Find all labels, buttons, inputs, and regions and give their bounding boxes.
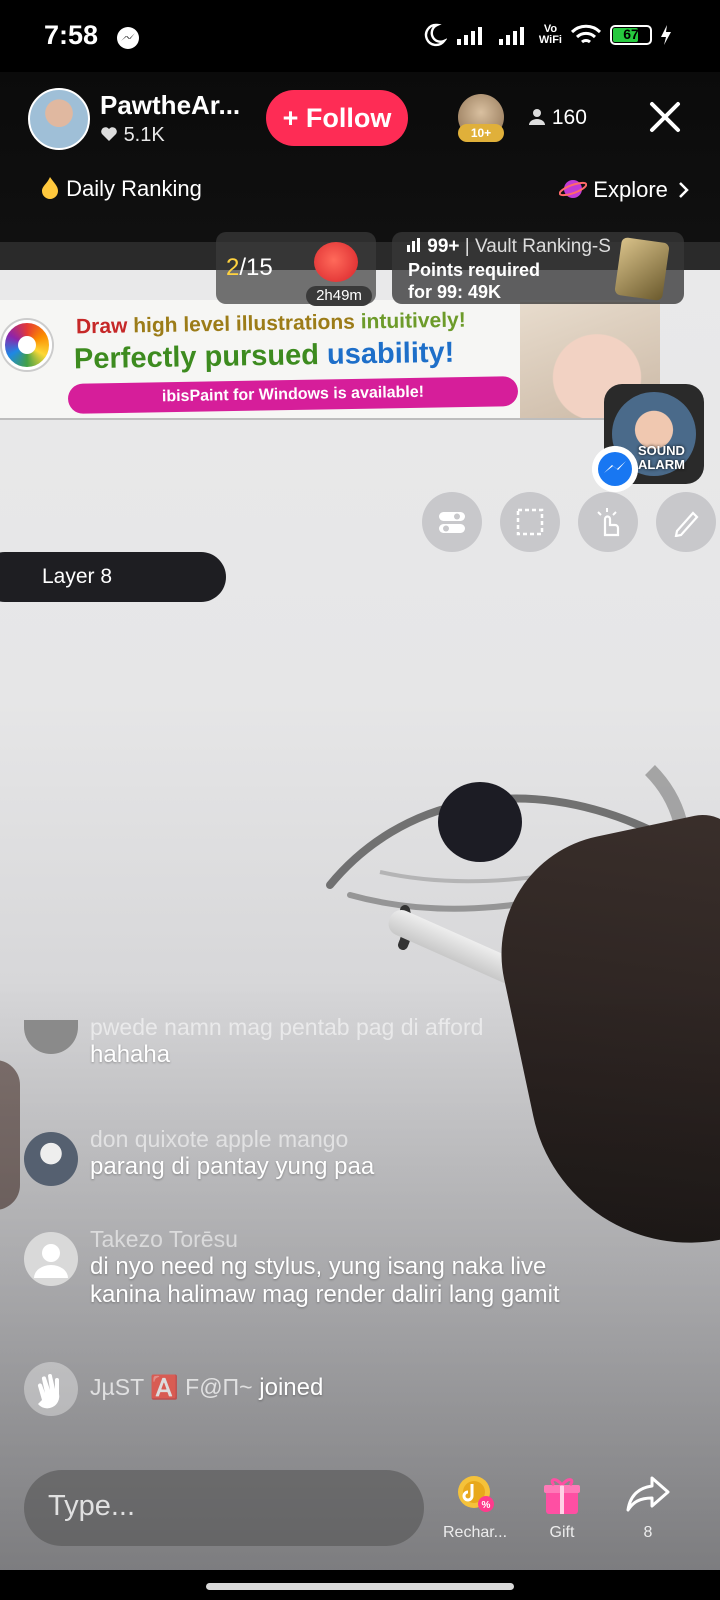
signal-icon-2 bbox=[498, 27, 524, 45]
share-button[interactable] bbox=[608, 1474, 688, 1519]
gift-heart-icon bbox=[314, 242, 358, 282]
comment-item: pwede namn mag pentab pag di afford haha… bbox=[90, 1014, 483, 1069]
home-gesture-handle[interactable] bbox=[206, 1583, 514, 1590]
comment-text-line2: kanina halimaw mag render daliri lang ga… bbox=[90, 1281, 560, 1308]
messenger-icon[interactable] bbox=[592, 446, 638, 492]
vault-ranking-widget[interactable]: 99+ | Vault Ranking-S Points required fo… bbox=[392, 232, 684, 304]
flame-icon bbox=[42, 177, 58, 199]
vault-title: 99+ | Vault Ranking-S bbox=[406, 236, 611, 258]
selection-tool-icon bbox=[500, 492, 560, 552]
daily-ranking[interactable]: Daily Ranking bbox=[40, 176, 202, 202]
joined-text: joined bbox=[252, 1374, 324, 1401]
points-required: Points required bbox=[408, 260, 541, 280]
points-value: for 99: 49K bbox=[408, 282, 502, 302]
rank-progress: 2/15 bbox=[226, 254, 273, 281]
comment-text: hahaha bbox=[90, 1041, 171, 1068]
host-name[interactable]: PawtheAr... bbox=[100, 90, 240, 121]
ibispaint-ad-banner: Draw high level illustrations intuitivel… bbox=[0, 300, 660, 420]
follow-button[interactable]: + Follow bbox=[266, 90, 408, 146]
clock: 7:58 bbox=[44, 20, 99, 50]
comment-username: pwede namn mag pentab pag di afford bbox=[90, 1014, 484, 1040]
gifter-badge: 10+ bbox=[458, 124, 504, 142]
default-avatar-icon bbox=[34, 1244, 68, 1278]
battery-icon: 67 bbox=[610, 25, 652, 45]
close-icon[interactable] bbox=[648, 100, 682, 134]
coin-icon: % bbox=[458, 1476, 494, 1512]
toggle-tool-icon bbox=[422, 492, 482, 552]
person-icon bbox=[529, 109, 545, 125]
viewer-count[interactable]: 160 bbox=[528, 106, 587, 130]
banner-subheadline: Perfectly pursued usability! bbox=[73, 336, 455, 376]
host-avatar[interactable] bbox=[28, 88, 90, 150]
rank-timer: 2h49m bbox=[306, 286, 372, 306]
comment-input[interactable]: Type... bbox=[24, 1470, 424, 1546]
commenter-avatar[interactable] bbox=[24, 1132, 78, 1186]
share-count: 8 bbox=[643, 1524, 653, 1541]
comment-username: Takezo Torēsu bbox=[90, 1226, 238, 1252]
comment-text: parang di pantay yung paa bbox=[90, 1153, 375, 1180]
commenter-avatar[interactable] bbox=[24, 1232, 78, 1286]
joined-username: JµST 🅰️ F@Π~ bbox=[90, 1374, 253, 1400]
svg-text:%: % bbox=[482, 1500, 491, 1511]
comment-text: di nyo need ng stylus, yung isang naka l… bbox=[90, 1253, 547, 1280]
explore-link[interactable]: Explore bbox=[558, 176, 690, 203]
chevron-right-icon bbox=[679, 182, 689, 198]
wave-avatar bbox=[24, 1362, 78, 1416]
share-arrow-icon bbox=[626, 1476, 670, 1512]
join-event: JµST 🅰️ F@Π~ joined bbox=[90, 1374, 323, 1402]
bar-chart-icon bbox=[407, 238, 420, 252]
planet-icon bbox=[558, 180, 588, 198]
moon-icon bbox=[424, 23, 447, 47]
gift-button[interactable] bbox=[522, 1474, 602, 1521]
banner-pill: ibisPaint for Windows is available! bbox=[67, 376, 519, 414]
pen-tool-icon bbox=[656, 492, 716, 552]
system-icons: Vo WiFi 67 bbox=[421, 22, 672, 48]
heart-icon bbox=[101, 127, 117, 141]
signal-icon-1 bbox=[456, 27, 482, 45]
wifi-icon bbox=[570, 24, 602, 44]
messenger-notification-icon bbox=[117, 27, 139, 49]
status-bar: 7:58 Vo WiFi 67 bbox=[0, 0, 720, 72]
live-header: PawtheAr... 5.1K + Follow 10+ 160 Daily … bbox=[0, 72, 720, 242]
comment-item: Takezo Torēsu di nyo need ng stylus, yun… bbox=[90, 1226, 560, 1309]
vault-icon bbox=[614, 236, 670, 302]
banner-headline: Draw high level illustrations intuitivel… bbox=[75, 308, 466, 339]
layer-indicator: Layer 8 bbox=[0, 552, 226, 602]
comment-item: don quixote apple mango parang di pantay… bbox=[90, 1126, 374, 1181]
host-likes: 5.1K bbox=[100, 124, 165, 147]
wave-hand-icon bbox=[37, 1374, 60, 1409]
touch-tool-icon bbox=[578, 492, 638, 552]
rank-widget[interactable]: 2/15 2h49m bbox=[216, 232, 376, 306]
vowifi-label: Vo WiFi bbox=[538, 23, 562, 46]
recharge-label: Rechar... bbox=[442, 1524, 508, 1541]
pip-label: SOUND ALARM bbox=[638, 443, 685, 472]
charging-icon bbox=[661, 25, 671, 45]
color-wheel-logo bbox=[2, 320, 52, 370]
gift-label: Gift bbox=[549, 1524, 575, 1541]
recharge-button[interactable]: % bbox=[436, 1474, 516, 1519]
comment-username: don quixote apple mango bbox=[90, 1126, 349, 1152]
gift-icon bbox=[544, 1478, 580, 1514]
